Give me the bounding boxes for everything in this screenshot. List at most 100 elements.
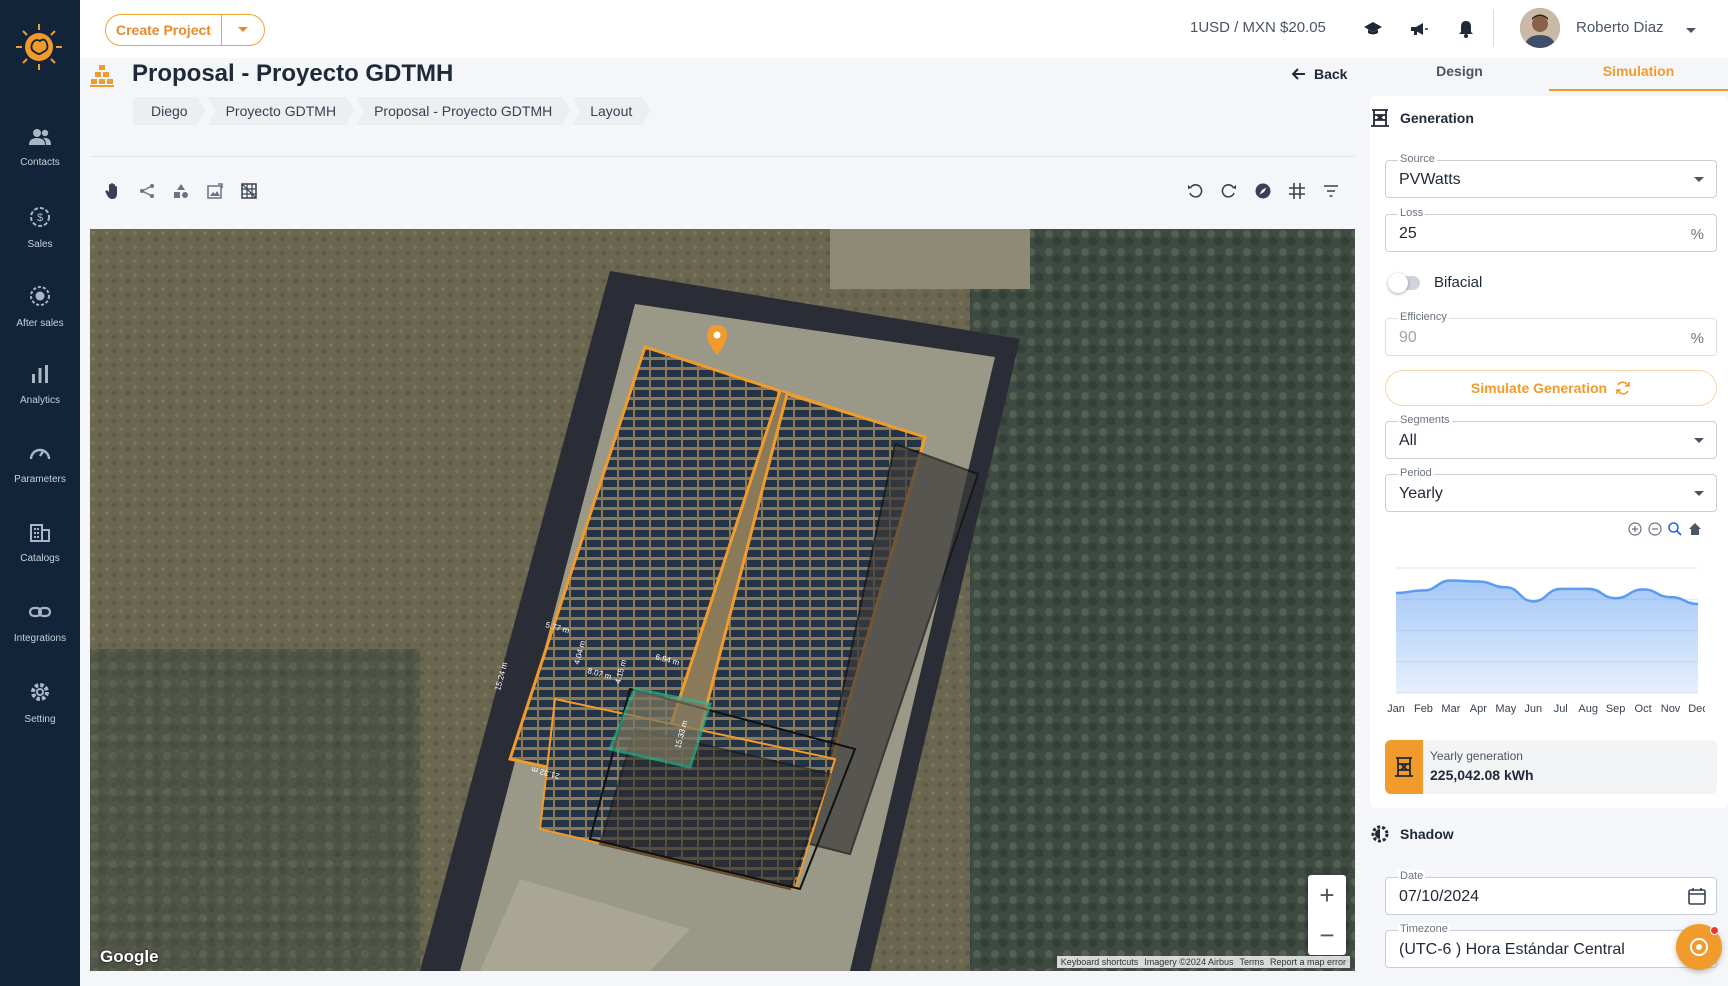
graduation-cap-icon[interactable] xyxy=(1362,18,1384,40)
keyboard-shortcuts-link[interactable]: Keyboard shortcuts xyxy=(1061,957,1139,967)
rotate-left-icon[interactable] xyxy=(1186,182,1204,200)
tab-design[interactable]: Design xyxy=(1370,55,1549,91)
generation-chart[interactable]: Jan Feb Mar Apr May Jun Jul Aug Sep Oct Nov Dec xyxy=(1385,548,1705,718)
gear-icon xyxy=(31,683,49,701)
share-nodes-icon[interactable] xyxy=(138,182,156,200)
x-tick-label: Jun xyxy=(1524,703,1542,715)
source-select[interactable]: Source PVWatts xyxy=(1385,153,1717,198)
segments-value: All xyxy=(1399,432,1417,449)
timezone-select[interactable]: Timezone (UTC-6 ) Hora Estándar Central xyxy=(1385,923,1717,968)
rotate-right-icon[interactable] xyxy=(1220,182,1238,200)
sidebar-item-label: After sales xyxy=(16,318,64,329)
solar-tower-icon xyxy=(1385,740,1423,794)
gauge-icon xyxy=(29,448,51,460)
generation-section-head: Generation xyxy=(1370,108,1474,128)
x-tick-label: Oct xyxy=(1635,703,1652,715)
shadow-sun-icon xyxy=(1371,825,1389,843)
breadcrumb-item[interactable]: Diego xyxy=(133,97,206,125)
map-imagery: 5.77 m 6.94 m 8.07 m 4.04 m 4.15 m 15.24… xyxy=(90,229,1355,971)
sidebar-item-integrations[interactable]: Integrations xyxy=(0,602,80,666)
chevron-down-icon[interactable] xyxy=(1686,21,1696,39)
sidebar-item-parameters[interactable]: Parameters xyxy=(0,443,80,507)
badge-gear-icon xyxy=(30,286,50,306)
x-tick-label: Sep xyxy=(1606,703,1626,715)
x-tick-label: Aug xyxy=(1578,703,1598,715)
map-toolbar-right xyxy=(1186,182,1340,200)
grid-lines-icon[interactable] xyxy=(1288,182,1306,200)
zoom-out-button[interactable]: − xyxy=(1308,915,1346,955)
divider xyxy=(90,156,1355,157)
user-name[interactable]: Roberto Diaz xyxy=(1576,19,1664,36)
breadcrumb-item[interactable]: Proposal - Proyecto GDTMH xyxy=(356,97,570,125)
megaphone-icon[interactable] xyxy=(1408,18,1430,40)
x-tick-label: Mar xyxy=(1441,703,1460,715)
chart-area-fill xyxy=(1396,580,1698,693)
yearly-generation-label: Yearly generation xyxy=(1430,749,1523,763)
sidebar-item-contacts[interactable]: Contacts xyxy=(0,128,80,192)
breadcrumb-item[interactable]: Proyecto GDTMH xyxy=(208,97,354,125)
create-project-label[interactable]: Create Project xyxy=(106,22,221,38)
sidebar-item-after-sales[interactable]: After sales xyxy=(0,285,80,349)
calendar-icon[interactable] xyxy=(1688,887,1706,905)
zoom-in-icon[interactable] xyxy=(1628,522,1642,536)
date-value: 07/10/2024 xyxy=(1399,888,1480,905)
simulate-label: Simulate Generation xyxy=(1470,380,1608,396)
avatar[interactable] xyxy=(1520,8,1560,48)
image-edit-icon[interactable] xyxy=(206,182,224,200)
sidebar-item-sales[interactable]: $ Sales xyxy=(0,206,80,270)
breadcrumb-item[interactable]: Layout xyxy=(572,97,650,125)
x-tick-label: Jan xyxy=(1387,703,1405,715)
zoom-in-button[interactable]: + xyxy=(1308,875,1346,915)
back-button[interactable]: Back xyxy=(1292,66,1347,82)
x-tick-label: May xyxy=(1495,703,1516,715)
shapes-icon[interactable] xyxy=(172,182,190,200)
grid-select-icon[interactable] xyxy=(240,182,258,200)
hand-pan-icon[interactable] xyxy=(104,182,122,200)
sidebar-item-label: Contacts xyxy=(20,157,60,168)
bifacial-toggle[interactable] xyxy=(1388,272,1420,293)
shadow-heading: Shadow xyxy=(1400,826,1454,842)
bell-icon[interactable] xyxy=(1455,18,1477,40)
top-bar: Create Project 1USD / MXN $20.05 Roberto… xyxy=(80,0,1728,58)
yearly-generation-value: 225,042.08 kWh xyxy=(1430,767,1534,783)
sun-brain-logo[interactable] xyxy=(14,22,64,72)
segments-select[interactable]: Segments All xyxy=(1385,414,1717,459)
map-zoom-control: + − xyxy=(1308,875,1346,955)
efficiency-label: Efficiency xyxy=(1398,311,1449,323)
terms-link[interactable]: Terms xyxy=(1239,957,1264,967)
support-icon xyxy=(1690,938,1708,956)
loss-input[interactable]: Loss 25 % xyxy=(1385,207,1717,252)
divider xyxy=(1493,10,1494,46)
zoom-out-icon[interactable] xyxy=(1648,522,1662,536)
sidebar-item-analytics[interactable]: Analytics xyxy=(0,364,80,428)
date-input[interactable]: Date 07/10/2024 xyxy=(1385,870,1717,915)
create-project-button[interactable]: Create Project xyxy=(105,14,265,46)
x-tick-label: Dec xyxy=(1688,703,1705,715)
period-label: Period xyxy=(1398,467,1434,479)
sidebar-item-label: Parameters xyxy=(14,474,66,485)
report-error-link[interactable]: Report a map error xyxy=(1270,957,1346,967)
breadcrumb: Diego Proyecto GDTMH Proposal - Proyecto… xyxy=(133,97,652,125)
loss-label: Loss xyxy=(1398,207,1426,219)
magnifier-icon[interactable] xyxy=(1668,522,1682,536)
tab-simulation[interactable]: Simulation xyxy=(1549,55,1728,91)
simulate-generation-button[interactable]: Simulate Generation xyxy=(1385,370,1717,406)
exchange-rate: 1USD / MXN $20.05 xyxy=(1190,19,1326,36)
sidebar-item-label: Catalogs xyxy=(20,553,60,564)
refresh-icon xyxy=(1616,381,1630,395)
satellite-map[interactable]: 5.77 m 6.94 m 8.07 m 4.04 m 4.15 m 15.24… xyxy=(90,229,1355,971)
chevron-down-icon xyxy=(1694,491,1704,496)
sidebar-item-setting[interactable]: Setting xyxy=(0,681,80,745)
home-icon[interactable] xyxy=(1688,522,1702,536)
chevron-down-icon[interactable] xyxy=(222,26,264,34)
sidebar-item-catalogs[interactable]: Catalogs xyxy=(0,522,80,586)
efficiency-input[interactable]: Efficiency 90 % xyxy=(1385,311,1717,356)
bifacial-label: Bifacial xyxy=(1434,274,1483,291)
period-select[interactable]: Period Yearly xyxy=(1385,467,1717,512)
back-label: Back xyxy=(1314,66,1348,82)
source-value: PVWatts xyxy=(1399,171,1461,188)
dollar-gear-icon: $ xyxy=(30,207,50,227)
arrow-left-icon xyxy=(1292,68,1305,80)
filter-icon[interactable] xyxy=(1322,182,1340,200)
compass-icon[interactable] xyxy=(1254,182,1272,200)
